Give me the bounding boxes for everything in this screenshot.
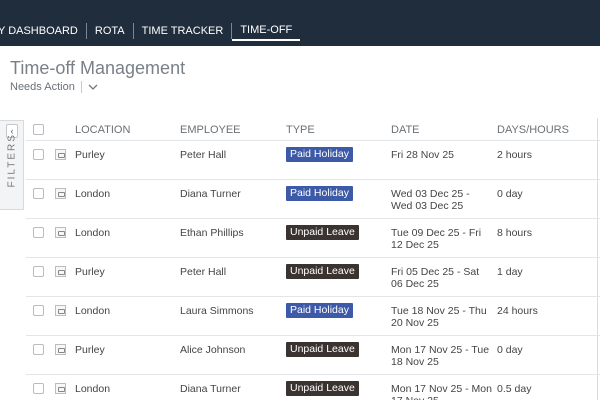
type-badge: Unpaid Leave [286,264,359,279]
filters-label: FILTERS [7,133,18,187]
cell-date: Mon 17 Nov 25 - Tue 18 Nov 25 [391,344,490,368]
row-checkbox[interactable] [33,188,44,199]
cell-employee: Laura Simmons [180,305,254,317]
row-checkbox[interactable] [33,305,44,316]
cell-days-hours: 0 day [497,344,523,356]
status-filter-label: Needs Action [10,81,75,93]
cell-employee: Diana Turner [180,383,241,395]
select-all-checkbox[interactable] [33,124,44,135]
column-header-days-hours[interactable]: DAYS/HOURS [497,124,569,136]
request-details-icon[interactable] [55,149,66,160]
chevron-down-icon[interactable] [87,81,99,93]
cell-date: Mon 17 Nov 25 - Mon 17 Nov 25 [391,383,492,400]
column-header-location[interactable]: LOCATION [75,124,130,136]
row-checkbox[interactable] [33,344,44,355]
cell-days-hours: 2 hours [497,149,533,161]
cell-days-hours: 8 hours [497,227,533,239]
cell-date: Fri 28 Nov 25 [391,149,455,161]
page-title: Time-off Management [10,58,186,78]
type-badge: Unpaid Leave [286,342,359,357]
request-details-icon[interactable] [55,227,66,238]
cell-location: London [75,227,111,239]
cell-days-hours: 24 hours [497,305,538,317]
cell-location: London [75,383,111,395]
cell-location: Purley [75,149,105,161]
cell-date: Wed 03 Dec 25 - Wed 03 Dec 25 [391,188,470,212]
cell-days-hours: 0.5 day [497,383,532,395]
row-checkbox[interactable] [33,383,44,394]
column-header-type[interactable]: TYPE [286,124,315,136]
request-details-icon[interactable] [55,188,66,199]
type-badge: Unpaid Leave [286,381,359,396]
column-header-date[interactable]: DATE [391,124,420,136]
request-details-icon[interactable] [55,344,66,355]
type-badge: Paid Holiday [286,186,353,201]
nav-item-time-off[interactable]: TIME-OFF [232,21,301,41]
type-badge: Paid Holiday [286,147,353,162]
cell-date: Tue 18 Nov 25 - Thu 20 Nov 25 [391,305,487,329]
request-details-icon[interactable] [55,305,66,316]
status-filter-dropdown[interactable]: Needs Action [10,81,99,93]
cell-employee: Peter Hall [180,149,227,161]
cell-days-hours: 0 day [497,188,523,200]
row-checkbox[interactable] [33,149,44,160]
cell-location: London [75,188,111,200]
cell-date: Tue 09 Dec 25 - Fri 12 Dec 25 [391,227,482,251]
nav-item-time-tracker[interactable]: TIME TRACKER [134,23,233,39]
cell-employee: Diana Turner [180,188,241,200]
type-badge: Paid Holiday [286,303,353,318]
request-details-icon[interactable] [55,266,66,277]
top-nav-bar: Y DASHBOARD ROTA TIME TRACKER TIME-OFF [0,0,600,46]
column-header-employee[interactable]: EMPLOYEE [180,124,241,136]
nav-item-dashboard[interactable]: Y DASHBOARD [0,23,87,39]
row-checkbox[interactable] [33,266,44,277]
cell-days-hours: 1 day [497,266,523,278]
request-details-icon[interactable] [55,383,66,394]
cell-location: London [75,305,111,317]
row-checkbox[interactable] [33,227,44,238]
cell-location: Purley [75,266,105,278]
cell-location: Purley [75,344,105,356]
cell-employee: Ethan Phillips [180,227,244,239]
cell-employee: Alice Johnson [180,344,246,356]
type-badge: Unpaid Leave [286,225,359,240]
cell-date: Fri 05 Dec 25 - Sat 06 Dec 25 [391,266,480,290]
nav-item-rota[interactable]: ROTA [87,23,134,39]
divider [80,81,82,93]
cell-employee: Peter Hall [180,266,227,278]
main-nav: Y DASHBOARD ROTA TIME TRACKER TIME-OFF [0,20,301,42]
